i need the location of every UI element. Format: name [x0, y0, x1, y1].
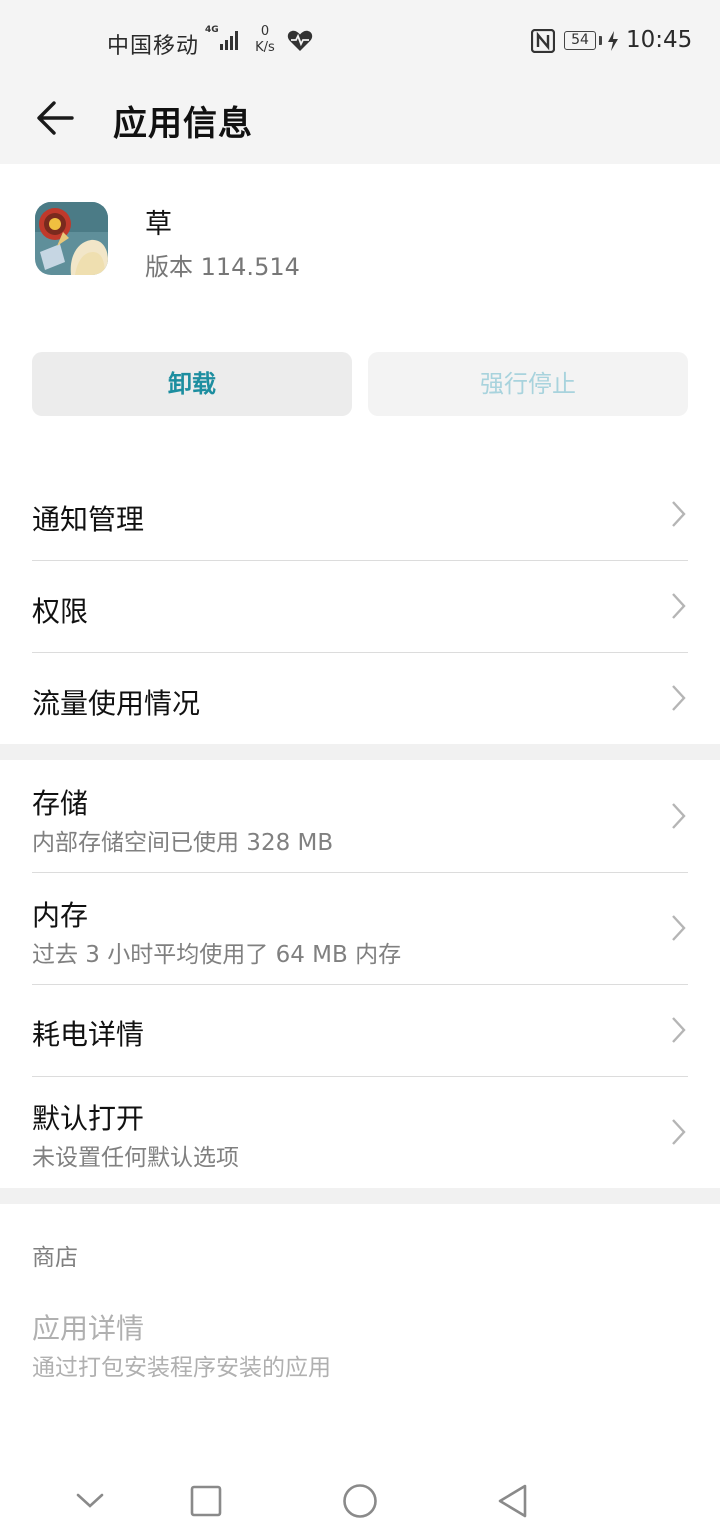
memory-row[interactable]: 内存 过去 3 小时平均使用了 64 MB 内存 [32, 873, 688, 984]
nfc-icon [531, 29, 555, 53]
chevron-right-icon [672, 915, 686, 941]
force-stop-button[interactable]: 强行停止 [368, 352, 688, 416]
app-version: 版本 114.514 [145, 253, 300, 281]
row-title: 内存 [32, 899, 89, 932]
section-gap [0, 744, 720, 760]
row-title: 流量使用情况 [32, 687, 201, 720]
network-speed: 0 K/s [250, 24, 280, 56]
network-speed-unit: K/s [255, 40, 275, 55]
row-subtitle: 内部存储空间已使用 328 MB [32, 830, 334, 856]
carrier-name: 中国移动 [107, 34, 200, 59]
row-title: 存储 [32, 787, 89, 820]
app-details-subtitle: 通过打包安装程序安装的应用 [32, 1355, 331, 1381]
chevron-right-icon [672, 501, 686, 527]
row-subtitle: 过去 3 小时平均使用了 64 MB 内存 [32, 942, 402, 968]
row-title: 耗电详情 [32, 1018, 145, 1051]
status-bar: 中国移动 4G 0 K/s 54 10:45 [0, 0, 720, 84]
clock: 10:45 [626, 27, 693, 53]
nav-back-icon[interactable] [495, 1482, 531, 1520]
battery-level: 54 [564, 31, 596, 50]
top-bar: 中国移动 4G 0 K/s 54 10:45 应用信息 [0, 0, 720, 164]
app-name: 草 [145, 209, 172, 240]
storage-row[interactable]: 存储 内部存储空间已使用 328 MB [32, 760, 688, 872]
battery-usage-row[interactable]: 耗电详情 [32, 985, 688, 1076]
back-arrow-icon [37, 101, 74, 135]
health-heart-icon [287, 30, 313, 51]
row-title: 默认打开 [32, 1102, 145, 1135]
page-title: 应用信息 [113, 104, 253, 144]
app-icon [35, 202, 108, 275]
chevron-right-icon [672, 685, 686, 711]
row-title: 权限 [32, 595, 89, 628]
section-gap [0, 1188, 720, 1204]
data-usage-row[interactable]: 流量使用情况 [32, 653, 688, 744]
network-type-label: 4G [205, 25, 219, 35]
permissions-row[interactable]: 权限 [32, 561, 688, 652]
nav-recents-icon[interactable] [189, 1484, 223, 1518]
nav-collapse-icon[interactable] [74, 1486, 106, 1514]
chevron-right-icon [672, 593, 686, 619]
charging-bolt-icon [608, 31, 618, 51]
chevron-right-icon [672, 803, 686, 829]
open-by-default-row[interactable]: 默认打开 未设置任何默认选项 [32, 1077, 688, 1188]
row-subtitle: 未设置任何默认选项 [32, 1145, 239, 1171]
chevron-right-icon [672, 1017, 686, 1043]
nav-home-icon[interactable] [341, 1482, 379, 1520]
network-speed-value: 0 [260, 24, 270, 39]
notification-management-row[interactable]: 通知管理 [32, 470, 688, 560]
back-button[interactable] [30, 92, 82, 144]
store-section-label: 商店 [32, 1245, 78, 1271]
uninstall-button[interactable]: 卸载 [32, 352, 352, 416]
app-details-title: 应用详情 [32, 1312, 145, 1345]
battery-tip [599, 36, 602, 45]
signal-strength-icon [220, 31, 238, 50]
chevron-right-icon [672, 1119, 686, 1145]
row-title: 通知管理 [32, 503, 145, 536]
